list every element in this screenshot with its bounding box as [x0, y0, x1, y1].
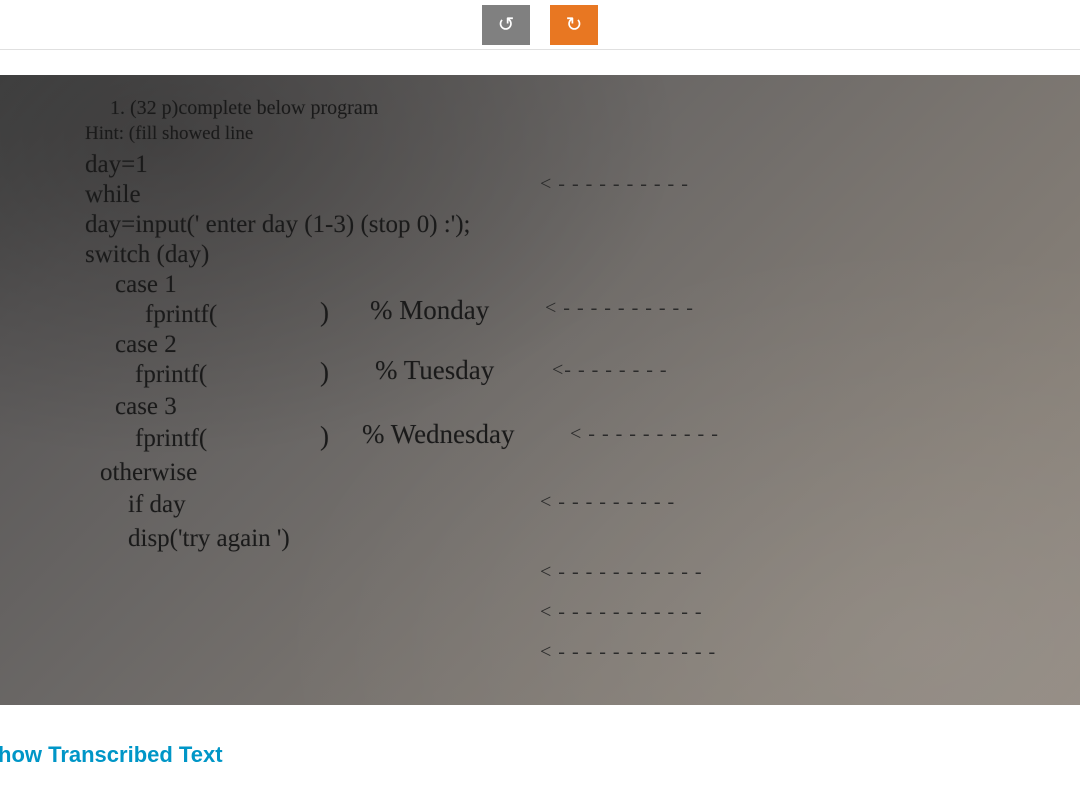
code-wednesday: % Wednesday	[362, 419, 515, 450]
code-while: while	[85, 181, 141, 209]
arrow-ifday: < - - - - - - - - -	[540, 491, 675, 514]
rotate-left-button[interactable]: ↺	[482, 5, 530, 45]
arrow-end2: < - - - - - - - - - - -	[540, 601, 703, 624]
hint-line: Hint: (fill showed line	[85, 123, 253, 145]
arrow-wednesday: < - - - - - - - - - -	[570, 423, 719, 446]
rotate-right-icon: ↻	[566, 12, 583, 37]
question-title: 1. (32 p)complete below program	[110, 97, 378, 120]
code-fprintf1-close: )	[320, 297, 329, 328]
code-fprintf1: fprintf(	[145, 301, 217, 329]
rotate-left-icon: ↺	[498, 12, 515, 37]
code-case3: case 3	[115, 393, 177, 421]
code-case1: case 1	[115, 271, 177, 299]
arrow-end1: < - - - - - - - - - - -	[540, 561, 703, 584]
code-monday: % Monday	[370, 295, 489, 326]
code-disp: disp('try again ')	[128, 525, 290, 553]
arrow-while: < - - - - - - - - - -	[540, 173, 689, 196]
code-input: day=input(' enter day (1-3) (stop 0) :')…	[85, 211, 471, 239]
arrow-monday: < - - - - - - - - - -	[545, 297, 694, 320]
show-transcribed-link[interactable]: how Transcribed Text	[0, 742, 223, 768]
code-case2: case 2	[115, 331, 177, 359]
code-fprintf2: fprintf(	[135, 361, 207, 389]
code-fprintf3: fprintf(	[135, 425, 207, 453]
photo-container: 1. (32 p)complete below program Hint: (f…	[0, 75, 1080, 705]
code-fprintf2-close: )	[320, 357, 329, 388]
code-otherwise: otherwise	[100, 459, 197, 487]
rotate-right-button[interactable]: ↻	[550, 5, 598, 45]
arrow-end3: < - - - - - - - - - - - -	[540, 641, 716, 664]
code-fprintf3-close: )	[320, 421, 329, 452]
code-switch: switch (day)	[85, 241, 209, 269]
toolbar: ↺ ↻	[0, 0, 1080, 50]
question-photo[interactable]: 1. (32 p)complete below program Hint: (f…	[0, 75, 1080, 705]
code-day-eq-1: day=1	[85, 151, 148, 179]
bottom-section: how Transcribed Text	[0, 705, 1080, 788]
code-tuesday: % Tuesday	[375, 355, 494, 386]
code-ifday: if day	[128, 491, 186, 519]
arrow-tuesday: <- - - - - - - -	[552, 359, 668, 382]
